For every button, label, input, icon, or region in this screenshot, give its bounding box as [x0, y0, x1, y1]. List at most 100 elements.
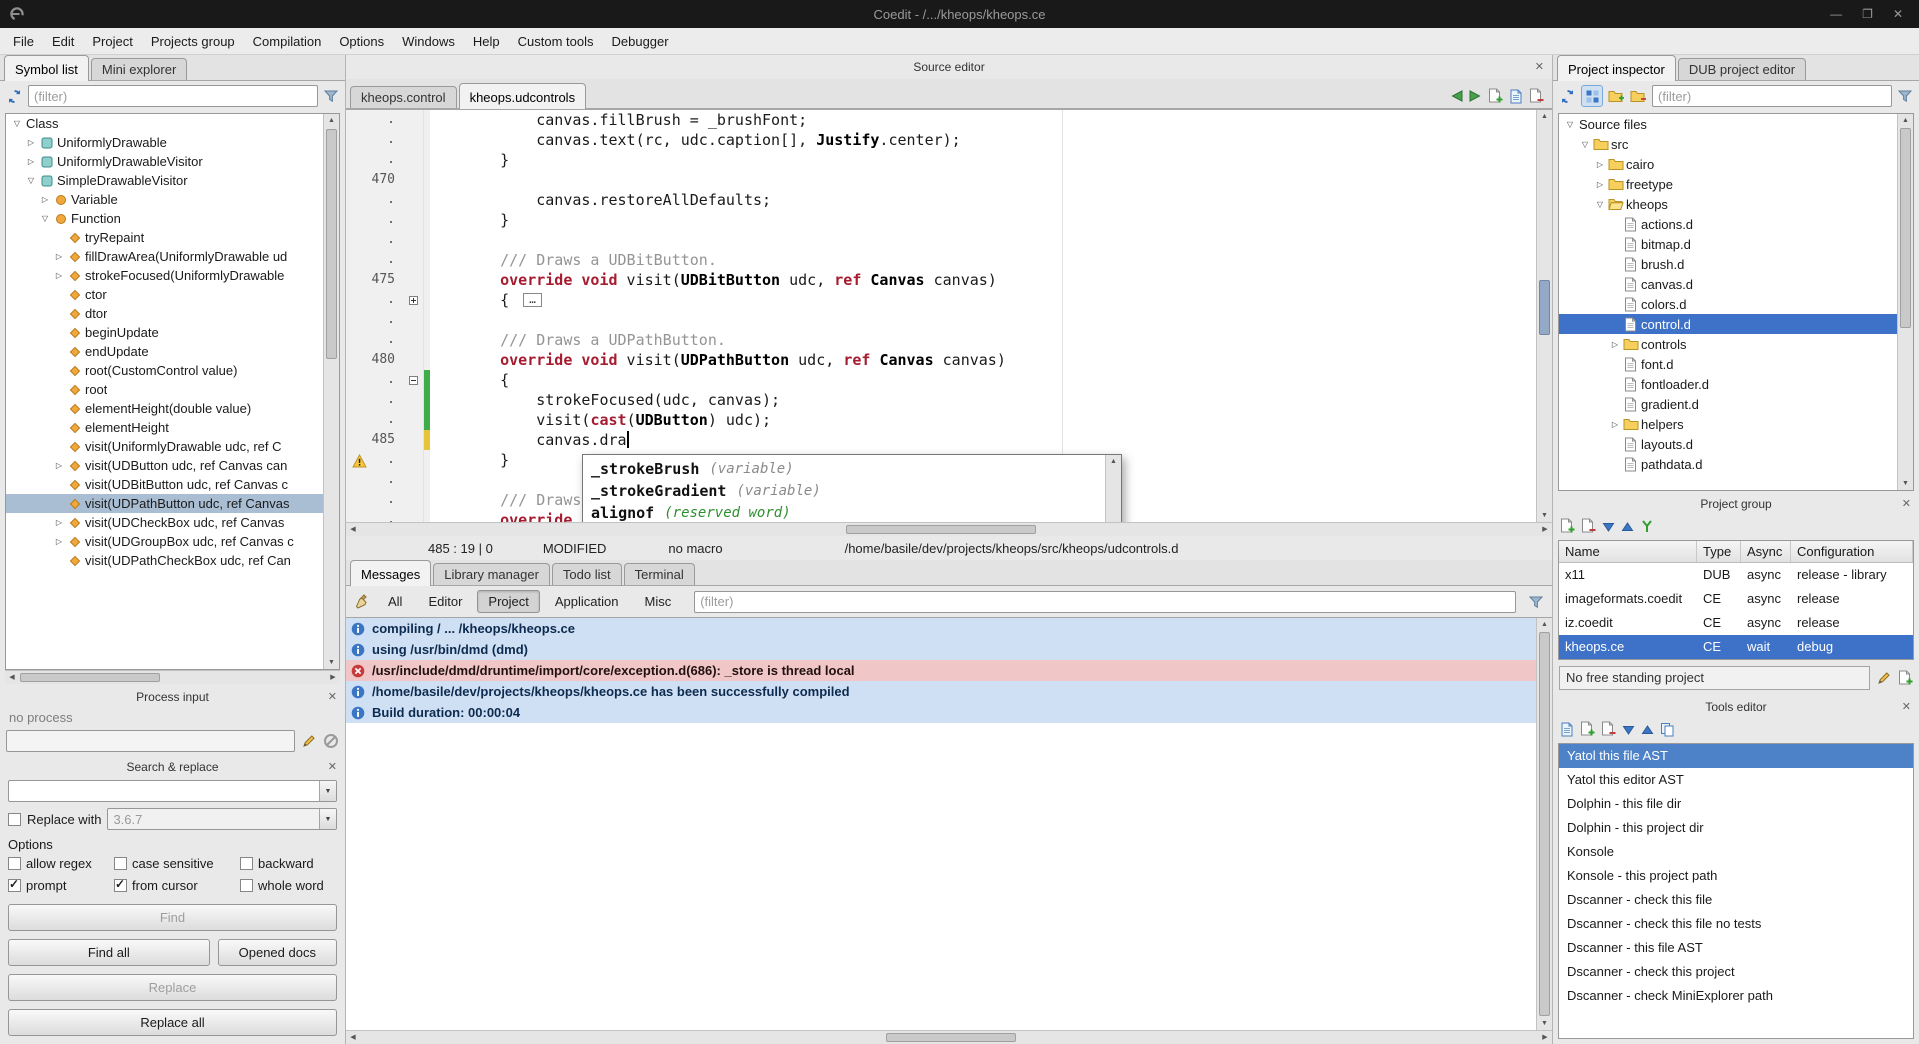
add-file-icon[interactable]	[1509, 89, 1523, 104]
close-window-icon[interactable]: ✕	[1893, 7, 1903, 21]
replace-dropdown-icon[interactable]: ▼	[319, 809, 336, 829]
expand-icon[interactable]: ▷	[1608, 420, 1622, 429]
scroll-thumb[interactable]	[1900, 128, 1911, 328]
collapse-icon[interactable]: ▽	[1578, 140, 1592, 149]
checkbox-backward[interactable]: backward	[240, 856, 337, 871]
checkbox-box[interactable]	[8, 857, 21, 870]
menu-windows[interactable]: Windows	[393, 28, 464, 55]
tool-yatol-this-file-ast[interactable]: Yatol this file AST	[1559, 744, 1913, 768]
file-gradient-d[interactable]: gradient.d	[1559, 394, 1897, 414]
symbol-simpledrawablevisitor[interactable]: ▽SimpleDrawableVisitor	[6, 171, 323, 190]
tool-remove-button[interactable]	[1601, 721, 1616, 737]
symbol-elementheight-double-value[interactable]: elementHeight(double value)	[6, 399, 323, 418]
expand-icon[interactable]: ▷	[24, 138, 38, 147]
code-line[interactable]: . canvas.restoreAllDefaults;	[346, 190, 1552, 210]
tool-dscanner-check-this-file-no-tests[interactable]: Dscanner - check this file no tests	[1559, 912, 1913, 936]
minimize-icon[interactable]: —	[1830, 7, 1842, 21]
process-input-field[interactable]	[6, 730, 295, 752]
collapse-icon[interactable]: ▽	[1593, 200, 1607, 209]
menu-file[interactable]: File	[4, 28, 43, 55]
code-line[interactable]: 475 override void visit(UDBitButton udc,…	[346, 270, 1552, 290]
completion-scrollbar[interactable]: ▲▼	[1105, 455, 1121, 522]
tool-dolphin-this-project-dir[interactable]: Dolphin - this project dir	[1559, 816, 1913, 840]
file-bitmap-d[interactable]: bitmap.d	[1559, 234, 1897, 254]
close-tools-panel-icon[interactable]: ✕	[1902, 697, 1911, 717]
symbol-visit-udpathcheckbox-udc-ref-can[interactable]: visit(UDPathCheckBox udc, ref Can	[6, 551, 323, 570]
code-line[interactable]: . {	[346, 370, 1552, 390]
symbol-visit-udbitbutton-udc-ref-canvas-c[interactable]: visit(UDBitButton udc, ref Canvas c	[6, 475, 323, 494]
tab-mini-explorer[interactable]: Mini explorer	[91, 58, 187, 80]
code-line[interactable]: 480 override void visit(UDPathButton udc…	[346, 350, 1552, 370]
file-brush-d[interactable]: brush.d	[1559, 254, 1897, 274]
messages-vscrollbar[interactable]: ▲▼	[1536, 618, 1552, 1030]
file-src[interactable]: ▽src	[1559, 134, 1897, 154]
completion-item-strokegradient[interactable]: _strokeGradient(variable)	[583, 480, 1105, 502]
code-line[interactable]: . canvas.fillBrush = _brushFont;	[346, 110, 1552, 130]
replace-all-button[interactable]: Replace all	[8, 1009, 337, 1036]
file-colors-d[interactable]: colors.d	[1559, 294, 1897, 314]
move-project-up-button[interactable]	[1621, 520, 1634, 533]
remove-folder-icon[interactable]	[1630, 89, 1647, 104]
menu-options[interactable]: Options	[330, 28, 393, 55]
project-async-button[interactable]	[1640, 519, 1654, 533]
tool-dolphin-this-file-dir[interactable]: Dolphin - this file dir	[1559, 792, 1913, 816]
tab-library-manager[interactable]: Library manager	[433, 563, 550, 585]
code-line[interactable]: . /// Draws a UDPathButton.	[346, 330, 1552, 350]
expand-icon[interactable]: ▷	[38, 195, 52, 204]
project-row-kheops-ce[interactable]: kheops.ceCEwaitdebug	[1559, 635, 1913, 659]
code-line[interactable]: . { …	[346, 290, 1552, 310]
menu-projects-group[interactable]: Projects group	[142, 28, 244, 55]
send-input-icon[interactable]	[301, 733, 317, 749]
column-configuration[interactable]: Configuration	[1791, 541, 1913, 562]
tool-konsole[interactable]: Konsole	[1559, 840, 1913, 864]
symbol-filldrawarea-uniformlydrawable-ud[interactable]: ▷fillDrawArea(UniformlyDrawable ud	[6, 247, 323, 266]
message-row[interactable]: compiling / ... /kheops/kheops.ce	[346, 618, 1536, 639]
replace-input[interactable]	[107, 808, 337, 830]
code-line[interactable]: . }	[346, 210, 1552, 230]
scroll-thumb[interactable]	[846, 525, 1036, 534]
menu-debugger[interactable]: Debugger	[603, 28, 678, 55]
menu-help[interactable]: Help	[464, 28, 509, 55]
tool-dscanner-check-this-file[interactable]: Dscanner - check this file	[1559, 888, 1913, 912]
checkbox-from-cursor[interactable]: from cursor	[114, 878, 240, 893]
fold-collapse-icon[interactable]	[409, 376, 418, 385]
tool-dscanner-check-miniexplorer-path[interactable]: Dscanner - check MiniExplorer path	[1559, 984, 1913, 1008]
expand-icon[interactable]: ▷	[52, 271, 66, 280]
opened-docs-button[interactable]: Opened docs	[218, 939, 337, 966]
expand-icon[interactable]: ▷	[52, 518, 66, 527]
symbol-uniformlydrawablevisitor[interactable]: ▷UniformlyDrawableVisitor	[6, 152, 323, 171]
scroll-thumb[interactable]	[886, 1033, 1016, 1042]
symbol-variable[interactable]: ▷Variable	[6, 190, 323, 209]
symbol-root[interactable]: root	[6, 380, 323, 399]
filter-application-button[interactable]: Application	[544, 590, 630, 613]
collapse-icon[interactable]: ▽	[24, 176, 38, 185]
symbol-endupdate[interactable]: endUpdate	[6, 342, 323, 361]
add-project-button[interactable]	[1560, 518, 1575, 534]
symbol-uniformlydrawable[interactable]: ▷UniformlyDrawable	[6, 133, 323, 152]
checkbox-case-sensitive[interactable]: case sensitive	[114, 856, 240, 871]
code-line[interactable]: . strokeFocused(udc, canvas);	[346, 390, 1552, 410]
file-kheops[interactable]: ▽kheops	[1559, 194, 1897, 214]
close-group-panel-icon[interactable]: ✕	[1902, 494, 1911, 514]
collapse-icon[interactable]: ▽	[38, 214, 52, 223]
tool-konsole-this-project-path[interactable]: Konsole - this project path	[1559, 864, 1913, 888]
messages-hscrollbar[interactable]: ◀▶	[346, 1030, 1552, 1044]
symbol-beginupdate[interactable]: beginUpdate	[6, 323, 323, 342]
messages-filter-input[interactable]	[694, 591, 1516, 613]
maximize-icon[interactable]: ❐	[1862, 7, 1873, 21]
checkbox-whole-word[interactable]: whole word	[240, 878, 337, 893]
checkbox-prompt[interactable]: prompt	[8, 878, 114, 893]
completion-item-alignof[interactable]: alignof(reserved word)	[583, 502, 1105, 522]
symbol-visit-udcheckbox-udc-ref-canvas[interactable]: ▷visit(UDCheckBox udc, ref Canvas	[6, 513, 323, 532]
search-dropdown-icon[interactable]: ▼	[319, 781, 336, 801]
symbol-tryrepaint[interactable]: tryRepaint	[6, 228, 323, 247]
code-line[interactable]: .	[346, 310, 1552, 330]
tab-project-inspector[interactable]: Project inspector	[1557, 55, 1676, 81]
expand-icon[interactable]: ▷	[1593, 180, 1607, 189]
file-source-files[interactable]: ▽Source files	[1559, 114, 1897, 134]
move-project-down-button[interactable]	[1602, 520, 1615, 533]
filter-all-button[interactable]: All	[377, 590, 413, 613]
scroll-thumb[interactable]	[1539, 632, 1550, 1016]
file-freetype[interactable]: ▷freetype	[1559, 174, 1897, 194]
checkbox-box[interactable]	[240, 857, 253, 870]
